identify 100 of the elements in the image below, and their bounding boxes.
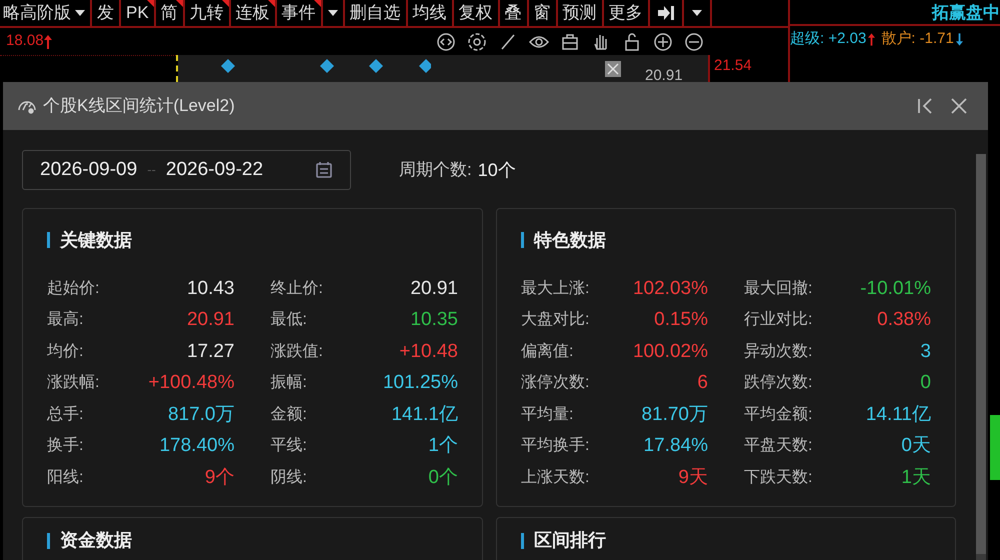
toolbar-button[interactable]: 删自选 (344, 0, 408, 26)
stat-value: 141.1亿 (391, 402, 458, 426)
end-date: 2026-09-22 (166, 158, 264, 182)
stat-value: 20.91 (410, 276, 458, 300)
stat-label: 平盘天数: (744, 436, 812, 456)
caret-icon (692, 10, 702, 16)
stat-label: 总手: (47, 404, 84, 425)
stat-value: 10.43 (186, 276, 234, 300)
stat-label: 跌停次数: (744, 373, 812, 394)
stat-label: 行业对比: (744, 310, 812, 330)
stat-value: 14.11亿 (866, 402, 931, 426)
close-marker-button[interactable] (605, 61, 621, 77)
stat-value: 100.02% (632, 340, 708, 364)
stat-value: 17.84% (644, 434, 708, 458)
stat-value: 101.25% (382, 371, 458, 395)
price-axis-label: 21.54 (714, 56, 752, 76)
caret-icon (75, 10, 85, 16)
toolbar-button[interactable]: 简 (156, 0, 185, 26)
close-button[interactable] (950, 97, 968, 115)
stat-value: -10.01% (860, 276, 931, 300)
stat-label: 涨跌幅: (47, 373, 100, 394)
down-arrow-icon (956, 32, 963, 46)
stat-label: 上涨天数: (521, 468, 590, 488)
price-line-label: 20.91 (645, 66, 683, 86)
up-arrow-icon (868, 32, 876, 46)
date-separator: -- (147, 161, 156, 180)
calendar-icon (315, 161, 333, 179)
stat-label: 均价: (47, 342, 84, 362)
stat-value: 0天 (901, 434, 931, 458)
toolbar-button[interactable]: 预测 (558, 0, 604, 26)
period-count-label: 周期个数: (399, 159, 472, 182)
settings-icon[interactable] (467, 32, 487, 52)
stat-value: 178.40% (159, 434, 234, 458)
super-flow-value: 超级: +2.03 (790, 28, 866, 49)
date-range-field[interactable]: 2026-09-09 -- 2026-09-22 (22, 150, 351, 190)
card-title: 资金数据 (60, 529, 132, 552)
stat-value: 20.91 (186, 308, 234, 332)
stat-value: +100.48% (148, 371, 234, 395)
toolbar-button[interactable]: 复权 (454, 0, 500, 26)
arrow-to-bar-icon (658, 6, 674, 20)
toolbar-button[interactable]: 事件 (276, 0, 323, 26)
stat-value: 0.38% (877, 308, 931, 332)
card-title: 区间排行 (534, 529, 606, 552)
toolbar-button[interactable]: PK (121, 0, 156, 26)
toolbar-button[interactable]: 均线 (408, 0, 454, 26)
stat-label: 平均换手: (521, 436, 590, 456)
toolbar-button[interactable]: 发 (92, 0, 121, 26)
dialog-title: 个股K线区间统计(Level2) (43, 95, 235, 118)
stat-value: 0个 (428, 466, 458, 490)
stat-label: 阳线: (47, 468, 84, 488)
stat-label: 最低: (270, 310, 307, 330)
stat-label: 阴线: (270, 468, 307, 488)
retail-flow-value: 散户: -1.71 (881, 28, 954, 49)
period-count-value: 10个 (478, 158, 516, 182)
stat-label: 起始价: (47, 278, 100, 299)
stat-value: 0 (920, 371, 931, 395)
stat-label: 涨停次数: (521, 373, 590, 394)
zoom-in-icon[interactable] (653, 32, 673, 52)
card-title: 关键数据 (60, 228, 132, 252)
stat-label: 异动次数: (744, 342, 812, 362)
stat-value: 102.03% (632, 276, 708, 300)
close-icon (607, 63, 619, 75)
toolbox-icon[interactable] (560, 32, 580, 52)
stat-label: 偏离值: (521, 342, 574, 362)
close-icon (950, 97, 968, 115)
collapse-button[interactable] (916, 97, 934, 115)
stat-label: 最大回撤: (744, 278, 812, 299)
stat-label: 平均金额: (744, 404, 812, 425)
stat-value: 1天 (901, 466, 931, 490)
stat-label: 最大上涨: (521, 278, 590, 299)
volume-bar (990, 415, 1000, 480)
stat-label: 最高: (47, 310, 84, 330)
stat-label: 换手: (47, 436, 84, 456)
toolbar-button[interactable]: 叠 (500, 0, 529, 26)
toolbar-button[interactable]: 更多 (604, 0, 650, 26)
toolbar-button[interactable]: 连板 (230, 0, 277, 26)
stat-label: 终止价: (270, 278, 323, 299)
scrollbar-thumb[interactable] (976, 154, 986, 554)
stat-value: 81.70万 (641, 402, 708, 426)
card-title: 特色数据 (534, 228, 606, 252)
stat-value: 9个 (204, 466, 234, 490)
toolbar-button[interactable]: 略高阶版 (0, 0, 92, 26)
stat-value: +10.48 (399, 340, 458, 364)
up-arrow-icon (44, 34, 52, 48)
stat-value: 0.15% (654, 308, 708, 332)
stat-value: 3 (920, 340, 931, 364)
stat-label: 金额: (270, 404, 307, 425)
toolbar-button[interactable]: 九转 (184, 0, 231, 26)
start-date: 2026-09-09 (40, 158, 138, 182)
stat-value: 1个 (428, 434, 458, 458)
stat-label: 振幅: (270, 373, 307, 394)
stat-value: 17.27 (186, 340, 234, 364)
stat-label: 平均量: (521, 404, 574, 425)
stat-label: 涨跌值: (270, 342, 323, 362)
collapse-icon (916, 97, 934, 115)
toolbar-button[interactable]: 窗 (528, 0, 558, 26)
stat-label: 大盘对比: (521, 310, 590, 330)
zoom-out-icon[interactable] (684, 32, 704, 52)
stat-label: 下跌天数: (744, 468, 812, 488)
panel-title: 拓赢盘中 (932, 2, 1000, 24)
